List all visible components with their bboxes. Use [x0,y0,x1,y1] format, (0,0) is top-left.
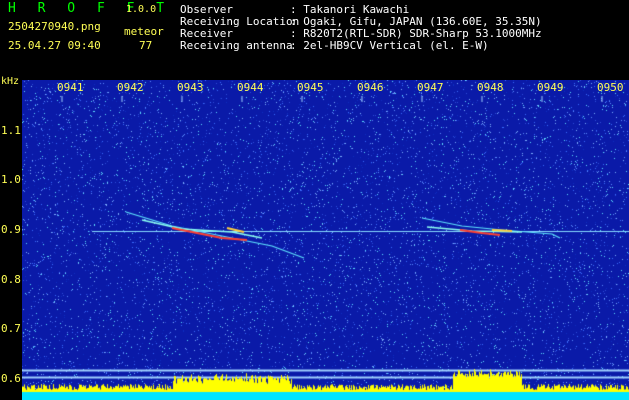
x-tick-label: 0949 [537,81,564,94]
app-version: 1.0.0 [126,4,157,15]
capture-datetime: 25.04.27 09:40 [8,39,101,52]
axis-unit: kHz [1,76,20,87]
antenna-value: : 2el-HB9CV Vertical (el. E-W) [290,39,489,52]
x-tick-label: 0946 [357,81,384,94]
y-tick-label: 1.0 [1,173,21,186]
x-tick-label: 0950 [597,81,624,94]
waterfall-canvas [22,80,629,400]
y-tick-label: 0.6 [1,372,21,385]
frequency-axis: kHz 1.1 1.0 0.9 0.8 0.7 0.6 [0,76,22,400]
y-tick-label: 0.9 [1,223,21,236]
x-tick-label: 0943 [177,81,204,94]
x-tick-label: 0942 [117,81,144,94]
meteor-label: meteor [124,25,164,38]
x-tick-label: 0944 [237,81,264,94]
y-tick-label: 1.1 [1,124,21,137]
waterfall-plot [22,80,629,400]
y-tick-label: 0.7 [1,322,21,335]
x-tick-label: 0941 [57,81,84,94]
meteor-count: 77 [139,39,153,52]
x-tick-label: 0945 [297,81,324,94]
x-tick-label: 0947 [417,81,444,94]
antenna-label: Receiving antenna [180,39,293,52]
file-name: 2504270940.png [8,20,101,33]
x-tick-label: 0948 [477,81,504,94]
y-tick-label: 0.8 [1,273,21,286]
header-panel: H R O F F T 1.0.0 2504270940.png meteor … [0,0,629,80]
